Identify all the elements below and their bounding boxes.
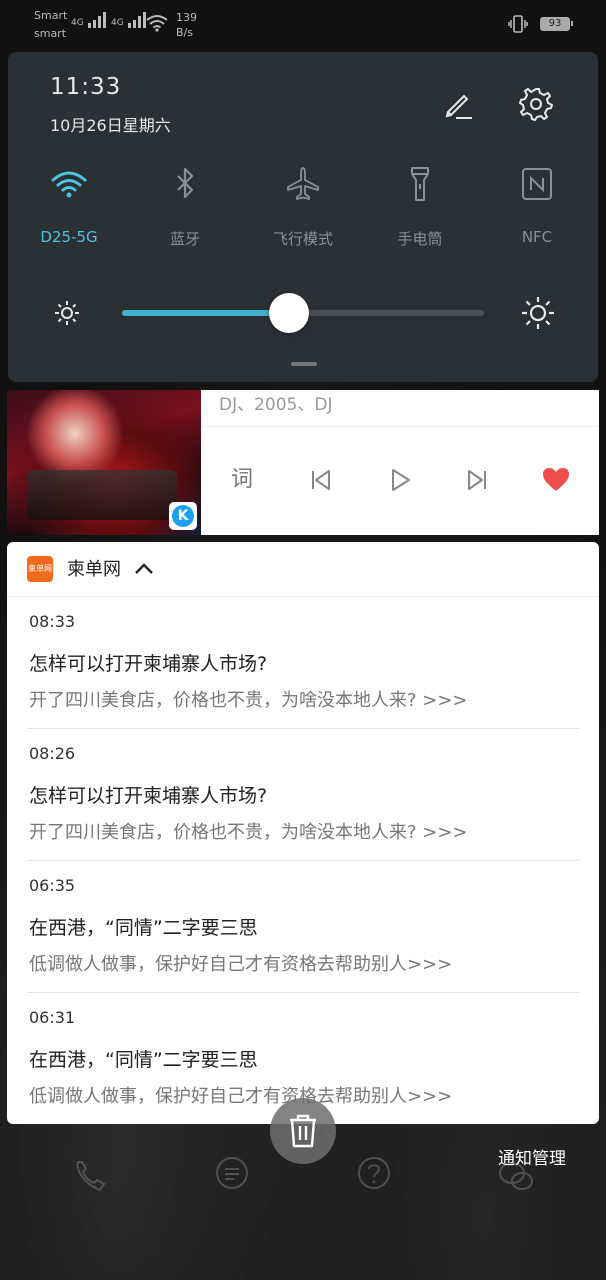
notification-management-link[interactable]: 通知管理 <box>498 1144 566 1169</box>
tile-airplane[interactable]: 飞行模式 <box>258 164 348 249</box>
carrier-2: smart <box>34 27 67 40</box>
divider <box>27 728 579 729</box>
vibrate-icon <box>508 15 528 33</box>
phone-icon <box>76 1161 106 1192</box>
news-item[interactable]: 08:26 怎样可以打开柬埔寨人市场? 开了四川美食店，价格也不贵，为啥没本地人… <box>29 744 579 844</box>
brightness-high-icon <box>522 297 554 329</box>
net-speed: 139 B/s <box>176 11 197 39</box>
favorite-heart-icon[interactable] <box>541 464 571 496</box>
album-art: K <box>7 390 201 535</box>
chevron-up-icon[interactable] <box>133 558 155 580</box>
news-item[interactable]: 06:31 在西港，“同情”二字要三思 低调做人做事，保护好自己才有资格去帮助别… <box>29 1008 579 1108</box>
brightness-slider[interactable] <box>122 293 484 333</box>
clock: 11:33 <box>50 74 122 100</box>
tile-nfc[interactable]: NFC <box>492 164 582 246</box>
tile-flashlight-label: 手电筒 <box>397 230 443 248</box>
clear-all-button[interactable] <box>270 1098 336 1164</box>
lyrics-button[interactable]: 词 <box>227 464 257 496</box>
tile-wifi-label: D25-5G <box>40 228 98 246</box>
flashlight-icon <box>411 167 429 201</box>
brightness-low-icon <box>55 301 79 325</box>
tile-flashlight[interactable]: 手电筒 <box>375 164 465 249</box>
music-subtitle: DJ、2005、DJ <box>219 395 333 415</box>
tile-wifi[interactable]: D25-5G <box>24 164 114 246</box>
brightness-fill <box>122 310 289 316</box>
dj-deck-image <box>27 470 177 520</box>
previous-track-icon[interactable] <box>305 464 335 496</box>
news-time: 06:35 <box>29 876 76 895</box>
news-title: 在西港，“同情”二字要三思 <box>29 917 258 939</box>
status-bar: Smart smart 4G 4G 139 B/s 93 <box>0 0 606 46</box>
tile-airplane-label: 飞行模式 <box>272 230 333 248</box>
news-time: 08:33 <box>29 612 76 631</box>
bluetooth-icon <box>177 167 194 199</box>
signal-1-icon: 4G <box>71 12 107 28</box>
news-time: 08:26 <box>29 744 76 763</box>
edit-icon[interactable] <box>440 88 474 122</box>
notification-header[interactable]: 柬单网 柬单网 <box>7 542 599 597</box>
news-item[interactable]: 06:35 在西港，“同情”二字要三思 低调做人做事，保护好自己才有资格去帮助别… <box>29 876 579 976</box>
trash-icon <box>290 1114 316 1148</box>
wifi-icon <box>51 171 87 198</box>
airplane-icon <box>287 167 319 200</box>
news-notification-card[interactable]: 柬单网 柬单网 08:33 怎样可以打开柬埔寨人市场? 开了四川美食店，价格也不… <box>7 542 599 1124</box>
kugou-badge: K <box>169 502 197 530</box>
news-title: 怎样可以打开柬埔寨人市场? <box>29 785 268 807</box>
play-icon[interactable] <box>385 464 415 496</box>
brightness-thumb[interactable] <box>268 293 309 333</box>
wifi-status-icon <box>146 15 168 32</box>
carrier-1: Smart <box>34 9 68 22</box>
date: 10月26日星期六 <box>50 116 171 135</box>
tile-bluetooth[interactable]: 蓝牙 <box>140 164 230 249</box>
news-title: 在西港，“同情”二字要三思 <box>29 1049 258 1071</box>
divider <box>27 860 579 861</box>
panel-drag-handle[interactable] <box>291 362 317 366</box>
app-icon: 柬单网 <box>27 556 53 582</box>
news-time: 06:31 <box>29 1008 76 1027</box>
messages-icon <box>216 1157 248 1189</box>
settings-gear-icon[interactable] <box>518 86 554 122</box>
nfc-icon <box>522 168 552 200</box>
tile-bluetooth-label: 蓝牙 <box>169 230 200 248</box>
music-notification[interactable]: K DJ、2005、DJ 词 <box>7 390 599 535</box>
app-name: 柬单网 <box>67 559 121 580</box>
news-summary: 低调做人做事，保护好自己才有资格去帮助别人>>> <box>29 954 453 975</box>
battery-icon: 93 <box>540 17 573 31</box>
signal-2-icon: 4G <box>111 12 147 28</box>
next-track-icon[interactable] <box>463 464 493 496</box>
help-icon <box>358 1157 390 1189</box>
quick-settings-panel: 11:33 10月26日星期六 D25-5G 蓝牙 飞行模式 手电筒 NFC <box>8 52 598 382</box>
news-title: 怎样可以打开柬埔寨人市场? <box>29 653 268 675</box>
news-summary: 开了四川美食店，价格也不贵，为啥没本地人来? >>> <box>29 690 468 711</box>
tile-nfc-label: NFC <box>521 228 553 246</box>
divider <box>27 992 579 993</box>
news-item[interactable]: 08:33 怎样可以打开柬埔寨人市场? 开了四川美食店，价格也不贵，为啥没本地人… <box>29 612 579 712</box>
news-summary: 开了四川美食店，价格也不贵，为啥没本地人来? >>> <box>29 822 468 843</box>
divider <box>201 426 599 427</box>
